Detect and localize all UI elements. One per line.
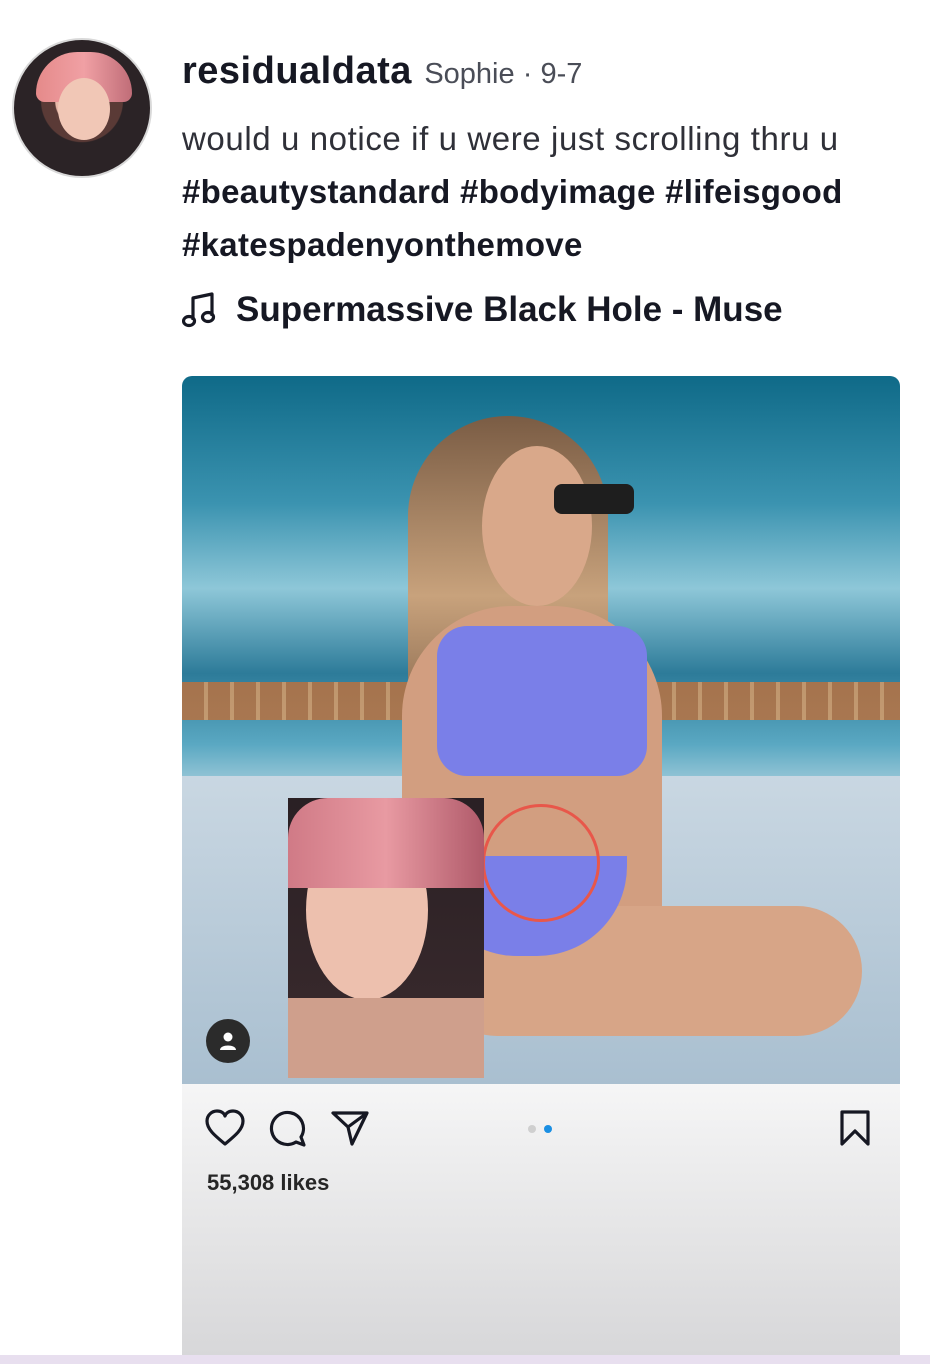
- heart-icon[interactable]: [204, 1109, 246, 1147]
- meta-separator: ·: [522, 58, 533, 90]
- music-title: Supermassive Black Hole - Muse: [236, 290, 783, 329]
- overlay-shoulders: [288, 998, 484, 1078]
- carousel-dot-2: [544, 1125, 552, 1133]
- post-photo[interactable]: [182, 376, 900, 1084]
- caption-text: would u notice if u were just scrolling …: [182, 120, 839, 157]
- user-tag-icon[interactable]: [206, 1019, 250, 1063]
- photo-bikini-top: [437, 626, 647, 776]
- author-avatar[interactable]: [12, 38, 152, 178]
- bottom-strip: [0, 1355, 930, 1364]
- post-date: 9-7: [540, 58, 583, 90]
- music-note-icon: [182, 292, 216, 328]
- music-link[interactable]: Supermassive Black Hole - Muse: [182, 290, 783, 330]
- avatar-face: [58, 78, 110, 140]
- share-icon[interactable]: [330, 1109, 370, 1147]
- author-meta: Sophie · 9-7: [424, 58, 582, 90]
- post-header: residualdata Sophie · 9-7: [182, 50, 582, 93]
- author-username[interactable]: residualdata: [182, 50, 412, 92]
- carousel-indicator: [528, 1125, 560, 1133]
- annotation-circle: [482, 804, 600, 922]
- overlay-hair: [288, 798, 484, 888]
- caption-hashtags-line-1[interactable]: #beautystandard #bodyimage #lifeisgood: [182, 165, 930, 218]
- carousel-dot-1: [528, 1125, 536, 1133]
- comment-icon[interactable]: [268, 1108, 308, 1148]
- author-display-name: Sophie: [424, 58, 515, 90]
- bookmark-icon[interactable]: [838, 1109, 872, 1152]
- embedded-instagram-post: 55,308 likes: [182, 376, 900, 1364]
- caption-hashtags-line-2[interactable]: #katespadenyonthemove: [182, 218, 930, 271]
- photo-sunglasses: [554, 484, 634, 514]
- photo-woman-face: [482, 446, 592, 606]
- post-caption: would u notice if u were just scrolling …: [182, 112, 930, 271]
- likes-count[interactable]: 55,308 likes: [207, 1170, 329, 1196]
- post-action-bar: [204, 1108, 392, 1148]
- creator-video-overlay: [288, 798, 484, 1078]
